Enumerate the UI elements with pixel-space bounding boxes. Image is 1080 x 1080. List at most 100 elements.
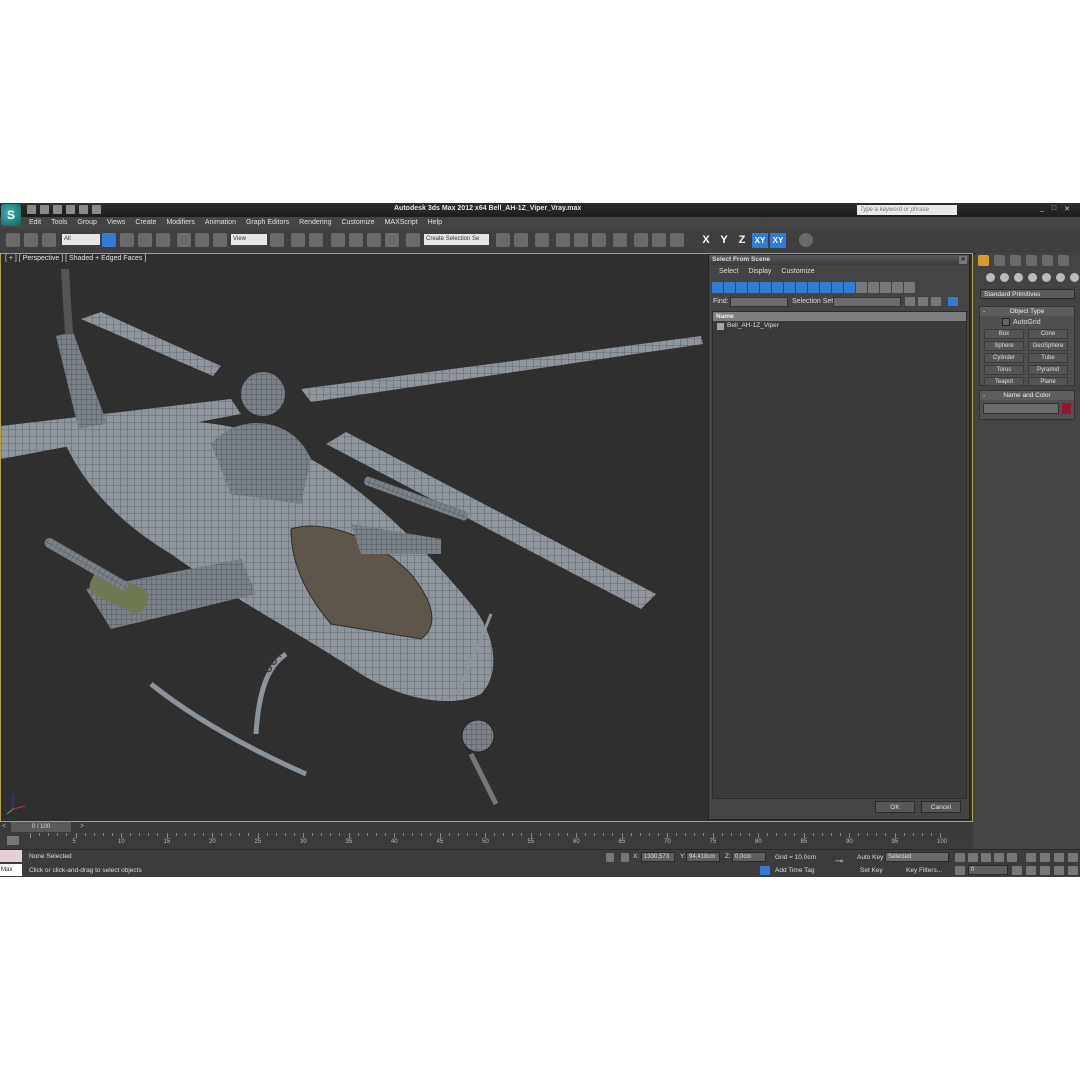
systems-icon[interactable] <box>1070 273 1079 282</box>
selection-set-dropdown[interactable] <box>833 297 901 307</box>
key-mode-dropdown[interactable]: Selected <box>885 852 949 862</box>
project-folder-icon[interactable] <box>92 205 101 214</box>
geometry-icon[interactable] <box>986 273 995 282</box>
display-tab-icon[interactable] <box>1042 255 1053 266</box>
keyboard-shortcut-toggle-icon[interactable] <box>309 233 323 247</box>
next-frame-icon[interactable] <box>994 853 1004 862</box>
menu-customize[interactable]: Customize <box>336 217 379 229</box>
select-and-link-icon[interactable] <box>6 233 20 247</box>
go-to-start-icon[interactable] <box>955 853 965 862</box>
restrict-x-button[interactable]: X <box>698 233 714 248</box>
object-name-input[interactable] <box>983 403 1059 414</box>
app-logo-icon[interactable]: S <box>1 204 21 226</box>
space-warps-icon[interactable] <box>1056 273 1065 282</box>
bind-space-warp-icon[interactable] <box>42 233 56 247</box>
name-column-header[interactable]: Name <box>713 312 966 321</box>
key-icon[interactable]: ⊸ <box>835 856 843 867</box>
render-setup-icon[interactable] <box>634 233 648 247</box>
restrict-xy-button[interactable]: XY <box>752 233 768 248</box>
time-next-icon[interactable]: > <box>80 823 84 830</box>
helpers-icon[interactable] <box>1042 273 1051 282</box>
time-tag-icon[interactable] <box>760 866 770 875</box>
sync-selection-icon[interactable] <box>948 297 958 306</box>
snap-toggle-cycle-icon[interactable] <box>799 233 813 247</box>
display-groups-icon[interactable] <box>784 282 795 293</box>
key-filters-button[interactable]: Key Filters... <box>906 867 942 874</box>
orbit-icon[interactable] <box>1054 866 1064 875</box>
tube-button[interactable]: Tube <box>1028 353 1068 363</box>
pivot-center-icon[interactable] <box>270 233 284 247</box>
close-icon[interactable]: ✕ <box>1064 205 1070 213</box>
reference-coord-dropdown[interactable]: View <box>231 234 267 245</box>
mirror-icon[interactable] <box>496 233 510 247</box>
rectangular-selection-icon[interactable] <box>138 233 152 247</box>
display-hidden-icon[interactable] <box>844 282 855 293</box>
zoom-icon[interactable] <box>1026 853 1036 862</box>
create-tab-icon[interactable] <box>978 255 989 266</box>
restrict-y-button[interactable]: Y <box>716 233 732 248</box>
save-file-icon[interactable] <box>53 205 62 214</box>
cone-button[interactable]: Cone <box>1028 329 1068 339</box>
undo-icon[interactable] <box>66 205 75 214</box>
display-all-icon[interactable] <box>856 282 867 293</box>
time-slider[interactable]: < 0 / 100 > <box>0 822 973 833</box>
object-type-header[interactable]: - Object Type <box>980 307 1074 316</box>
curve-editor-toggle-icon[interactable] <box>7 836 19 845</box>
find-input[interactable] <box>730 297 788 307</box>
display-bones-icon[interactable] <box>808 282 819 293</box>
previous-frame-icon[interactable] <box>968 853 978 862</box>
menu-tools[interactable]: Tools <box>46 217 72 229</box>
go-to-end-icon[interactable] <box>1007 853 1017 862</box>
material-editor-icon[interactable] <box>613 233 627 247</box>
shapes-icon[interactable] <box>1000 273 1009 282</box>
menu-create[interactable]: Create <box>130 217 161 229</box>
select-by-name-icon[interactable] <box>120 233 134 247</box>
percent-snap-icon[interactable] <box>367 233 381 247</box>
display-containers-icon[interactable] <box>820 282 831 293</box>
select-object-icon[interactable] <box>102 233 116 247</box>
menu-views[interactable]: Views <box>102 217 131 229</box>
menu-graph-editors[interactable]: Graph Editors <box>241 217 294 229</box>
display-geometry-icon[interactable] <box>712 282 723 293</box>
time-slider-thumb[interactable]: 0 / 100 <box>11 822 71 832</box>
maxscript-listener-input[interactable] <box>0 850 22 862</box>
dialog-menu-select[interactable]: Select <box>719 265 738 278</box>
cameras-icon[interactable] <box>1028 273 1037 282</box>
restrict-plane-cycle-button[interactable]: XY <box>770 233 786 248</box>
absolute-mode-icon[interactable] <box>621 853 629 862</box>
pan-view-icon[interactable] <box>1040 866 1050 875</box>
list-item[interactable]: Bell_AH-1Z_Viper <box>713 321 966 331</box>
set-key-button[interactable]: Set Key <box>860 867 883 874</box>
pyramid-button[interactable]: Pyramid <box>1028 365 1068 375</box>
selection-lock-icon[interactable] <box>606 853 614 862</box>
display-shapes-icon[interactable] <box>724 282 735 293</box>
lights-icon[interactable] <box>1014 273 1023 282</box>
redo-icon[interactable] <box>79 205 88 214</box>
torus-button[interactable]: Torus <box>984 365 1024 375</box>
field-of-view-icon[interactable] <box>1026 866 1036 875</box>
render-production-icon[interactable] <box>670 233 684 247</box>
select-and-manipulate-icon[interactable] <box>291 233 305 247</box>
selection-set-remove-icon[interactable] <box>918 297 928 306</box>
menu-modifiers[interactable]: Modifiers <box>161 217 199 229</box>
utilities-tab-icon[interactable] <box>1058 255 1069 266</box>
cancel-button[interactable]: Cancel <box>921 801 961 813</box>
auto-key-button[interactable]: Auto Key <box>857 854 883 861</box>
maximize-icon[interactable]: □ <box>1052 205 1056 213</box>
teapot-button[interactable]: Teapot <box>984 377 1024 386</box>
x-coordinate-input[interactable]: 1330,573 <box>641 852 675 862</box>
display-space-warps-icon[interactable] <box>772 282 783 293</box>
schematic-view-icon[interactable] <box>592 233 606 247</box>
modify-tab-icon[interactable] <box>994 255 1005 266</box>
graphite-tools-icon[interactable] <box>556 233 570 247</box>
dialog-menu-customize[interactable]: Customize <box>781 265 814 278</box>
track-bar[interactable]: 5 10 15 20 25 30 35 40 45 50 55 60 65 70 75 80 85 90 95 100 <box>28 833 973 849</box>
selection-set-edit-icon[interactable] <box>931 297 941 306</box>
new-file-icon[interactable] <box>27 205 36 214</box>
dialog-close-icon[interactable]: ✕ <box>959 256 967 264</box>
help-search-input[interactable]: Type a keyword or phrase <box>857 205 957 215</box>
object-color-swatch[interactable] <box>1062 403 1071 414</box>
time-configuration-icon[interactable] <box>1012 866 1022 875</box>
spinner-snap-icon[interactable] <box>385 233 399 247</box>
scene-object-list[interactable]: Name Bell_AH-1Z_Viper <box>712 311 967 799</box>
